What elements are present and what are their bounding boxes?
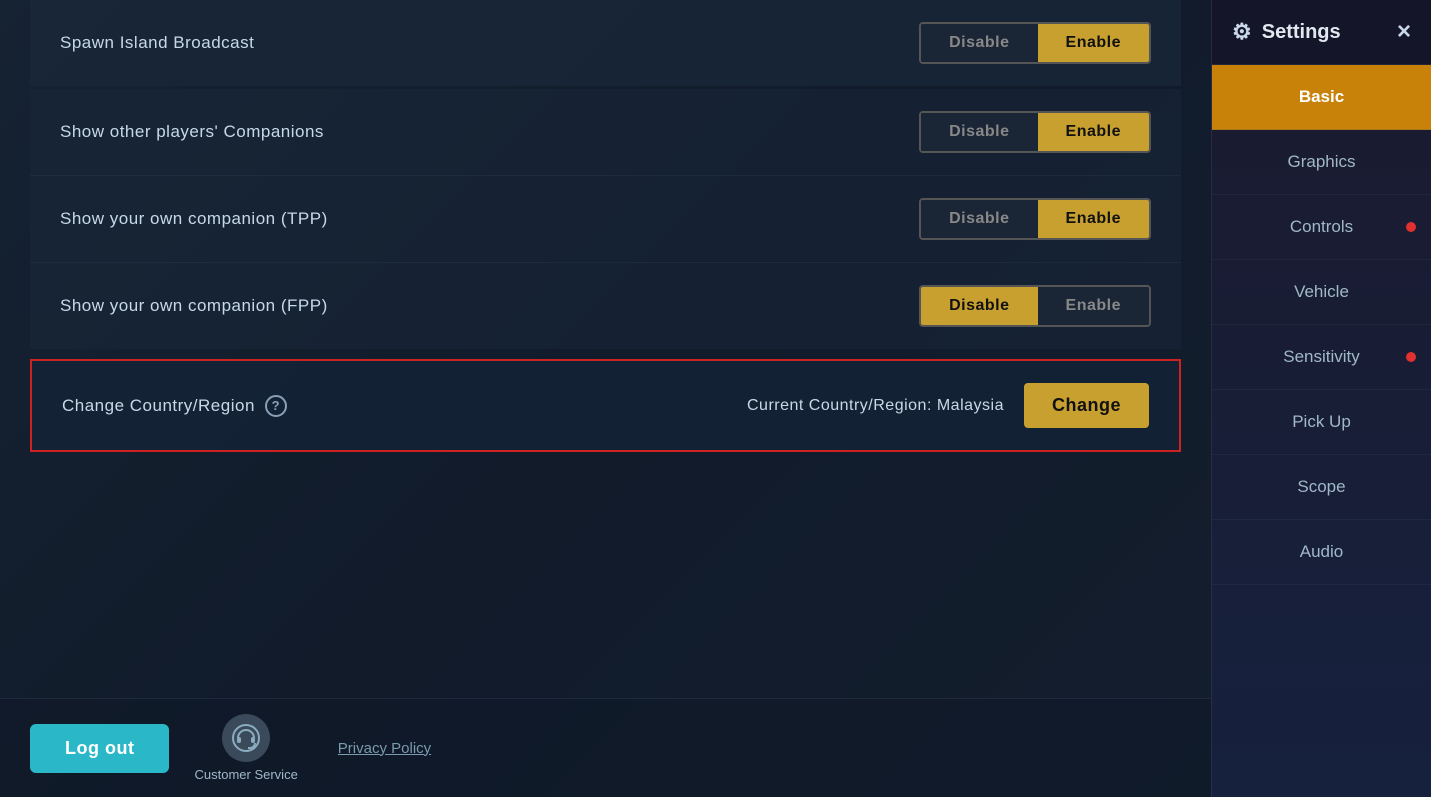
own-companion-fpp-disable-btn[interactable]: Disable xyxy=(921,287,1037,325)
show-companions-label: Show other players' Companions xyxy=(60,122,324,142)
help-icon[interactable]: ? xyxy=(265,395,287,417)
logout-button[interactable]: Log out xyxy=(30,724,169,773)
show-companions-disable-btn[interactable]: Disable xyxy=(921,113,1037,151)
region-right: Current Country/Region: Malaysia Change xyxy=(747,383,1149,428)
spawn-island-row: Spawn Island Broadcast Disable Enable xyxy=(30,0,1181,86)
own-companion-tpp-row: Show your own companion (TPP) Disable En… xyxy=(30,175,1181,262)
gear-icon: ⚙ xyxy=(1232,19,1252,45)
settings-list: Spawn Island Broadcast Disable Enable Sh… xyxy=(0,0,1211,698)
spawn-island-disable-btn[interactable]: Disable xyxy=(921,24,1037,62)
close-button[interactable]: × xyxy=(1397,18,1411,46)
sidebar-title: ⚙ Settings xyxy=(1232,19,1341,45)
sidebar-item-graphics[interactable]: Graphics xyxy=(1212,130,1431,195)
change-region-label: Change Country/Region ? xyxy=(62,395,287,417)
sidebar-item-vehicle[interactable]: Vehicle xyxy=(1212,260,1431,325)
own-companion-tpp-label: Show your own companion (TPP) xyxy=(60,209,328,229)
spawn-island-toggle: Disable Enable xyxy=(919,22,1151,64)
customer-service-button[interactable]: Customer Service xyxy=(194,714,297,782)
spawn-island-label: Spawn Island Broadcast xyxy=(60,33,254,53)
settings-title: Settings xyxy=(1262,21,1341,44)
footer: Log out Customer Service Privacy Policy xyxy=(0,698,1211,797)
own-companion-fpp-enable-btn[interactable]: Enable xyxy=(1038,287,1149,325)
own-companion-fpp-toggle: Disable Enable xyxy=(919,285,1151,327)
sidebar-item-scope[interactable]: Scope xyxy=(1212,455,1431,520)
privacy-policy-link[interactable]: Privacy Policy xyxy=(338,740,431,757)
sidebar-item-pickup[interactable]: Pick Up xyxy=(1212,390,1431,455)
sidebar-item-sensitivity[interactable]: Sensitivity xyxy=(1212,325,1431,390)
current-region-text: Current Country/Region: Malaysia xyxy=(747,397,1004,415)
notification-dot-controls xyxy=(1406,222,1416,232)
sidebar-item-basic[interactable]: Basic xyxy=(1212,65,1431,130)
notification-dot-sensitivity xyxy=(1406,352,1416,362)
own-companion-fpp-row: Show your own companion (FPP) Disable En… xyxy=(30,262,1181,349)
sidebar-item-controls[interactable]: Controls xyxy=(1212,195,1431,260)
sidebar-header: ⚙ Settings × xyxy=(1212,0,1431,65)
show-companions-row: Show other players' Companions Disable E… xyxy=(30,89,1181,175)
sidebar-item-audio[interactable]: Audio xyxy=(1212,520,1431,585)
show-companions-enable-btn[interactable]: Enable xyxy=(1038,113,1149,151)
spawn-island-section: Spawn Island Broadcast Disable Enable xyxy=(30,0,1181,86)
customer-service-icon xyxy=(222,714,270,762)
sidebar: ⚙ Settings × BasicGraphicsControlsVehicl… xyxy=(1211,0,1431,797)
show-companions-toggle: Disable Enable xyxy=(919,111,1151,153)
own-companion-tpp-enable-btn[interactable]: Enable xyxy=(1038,200,1149,238)
own-companion-fpp-label: Show your own companion (FPP) xyxy=(60,296,328,316)
companions-section: Show other players' Companions Disable E… xyxy=(30,89,1181,349)
customer-service-label: Customer Service xyxy=(194,767,297,782)
own-companion-tpp-disable-btn[interactable]: Disable xyxy=(921,200,1037,238)
main-content: Spawn Island Broadcast Disable Enable Sh… xyxy=(0,0,1211,797)
change-region-row: Change Country/Region ? Current Country/… xyxy=(30,359,1181,452)
spawn-island-enable-btn[interactable]: Enable xyxy=(1038,24,1149,62)
sidebar-nav: BasicGraphicsControlsVehicleSensitivityP… xyxy=(1212,65,1431,797)
own-companion-tpp-toggle: Disable Enable xyxy=(919,198,1151,240)
change-region-button[interactable]: Change xyxy=(1024,383,1149,428)
